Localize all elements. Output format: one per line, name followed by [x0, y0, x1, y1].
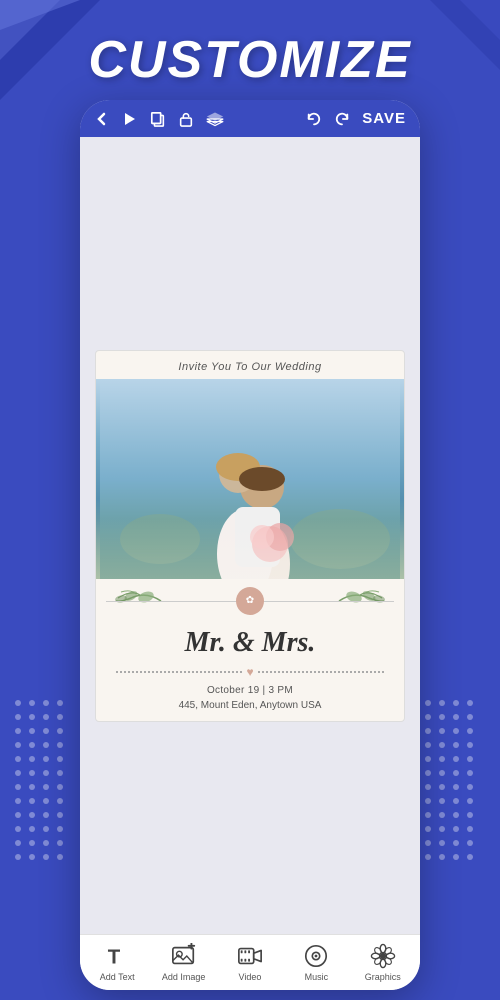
music-label: Music: [305, 972, 329, 982]
add-text-icon: T: [104, 943, 130, 969]
back-button[interactable]: [94, 111, 110, 127]
card-header-text: Invite You To Our Wedding: [96, 351, 404, 379]
add-text-label: Add Text: [100, 972, 135, 982]
card-dotted-separator: ♥: [96, 661, 404, 683]
canvas-area: Invite You To Our Wedding: [80, 137, 420, 934]
undo-button[interactable]: [306, 111, 322, 127]
add-text-tool[interactable]: T Add Text: [90, 943, 145, 982]
card-names: Mr. & Mrs.: [96, 623, 404, 661]
video-tool[interactable]: Video: [222, 943, 277, 982]
main-content: CUSTOMIZE: [0, 0, 500, 1000]
svg-text:T: T: [108, 946, 121, 968]
graphics-label: Graphics: [365, 972, 401, 982]
floral-circle: ✿: [236, 587, 264, 615]
wedding-card: Invite You To Our Wedding: [95, 350, 405, 722]
heart-icon: ♥: [246, 665, 253, 679]
bottom-toolbar: T Add Text Add Image: [80, 934, 420, 990]
add-image-label: Add Image: [162, 972, 206, 982]
card-date: October 19 | 3 PM: [96, 683, 404, 698]
floral-divider: ✿: [96, 579, 404, 623]
layers-button[interactable]: [206, 111, 224, 127]
play-button[interactable]: [122, 111, 138, 127]
card-address: 445, Mount Eden, Anytown USA: [96, 698, 404, 721]
add-image-tool[interactable]: Add Image: [156, 943, 211, 982]
music-icon: [303, 943, 329, 969]
graphics-icon: [370, 943, 396, 969]
redo-button[interactable]: [334, 111, 350, 127]
copy-button[interactable]: [150, 111, 166, 127]
graphics-tool[interactable]: Graphics: [355, 943, 410, 982]
title-section: CUSTOMIZE: [0, 0, 500, 100]
video-icon: [237, 943, 263, 969]
add-image-icon: [171, 943, 197, 969]
card-photo: [96, 379, 404, 579]
lock-button[interactable]: [178, 111, 194, 127]
editor-toolbar: SAVE: [80, 100, 420, 137]
save-button[interactable]: SAVE: [362, 110, 406, 127]
app-title: CUSTOMIZE: [20, 30, 480, 90]
video-label: Video: [239, 972, 262, 982]
photo-overlay: [96, 519, 404, 579]
music-tool[interactable]: Music: [289, 943, 344, 982]
phone-frame: SAVE Invite You To Our Wedding: [80, 100, 420, 990]
